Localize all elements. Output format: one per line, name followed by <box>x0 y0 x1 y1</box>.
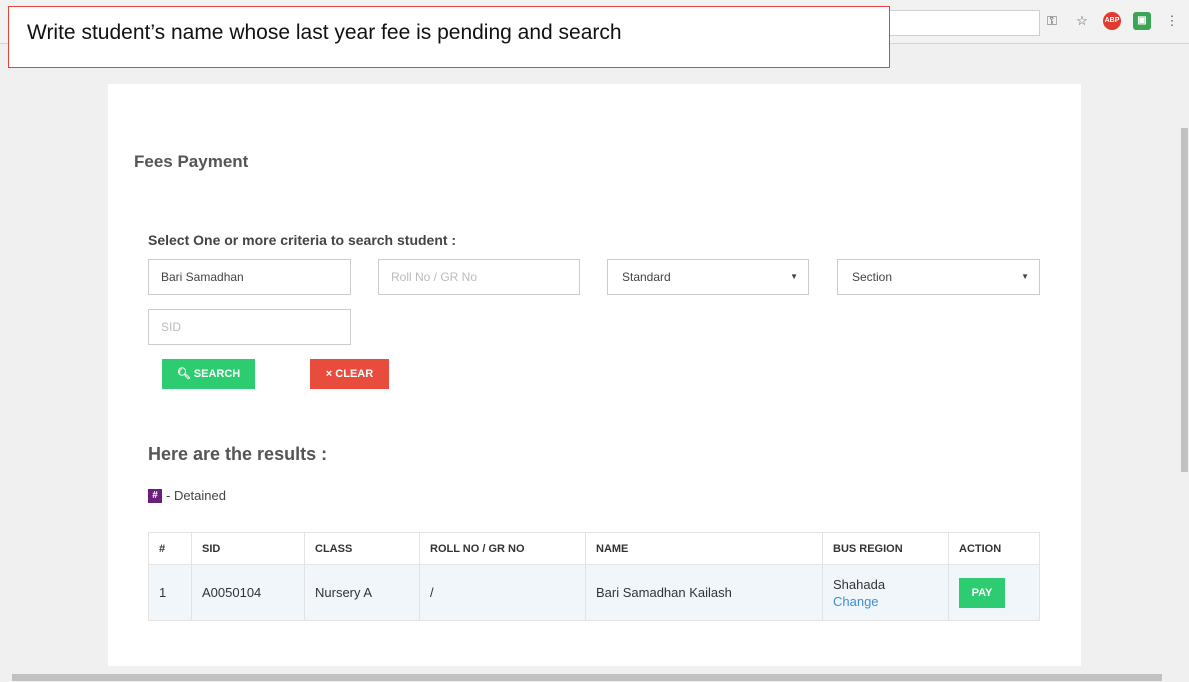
header-class: CLASS <box>304 532 420 565</box>
header-roll: ROLL NO / GR NO <box>419 532 586 565</box>
search-button[interactable]: 🔍︎ SEARCH <box>162 359 255 389</box>
address-bar[interactable] <box>880 10 1040 36</box>
cell-index: 1 <box>148 564 192 621</box>
header-name: NAME <box>585 532 823 565</box>
cell-roll: / <box>419 564 586 621</box>
header-index: # <box>148 532 192 565</box>
standard-select[interactable]: Standard ▼ <box>607 259 809 295</box>
student-name-input[interactable] <box>148 259 351 295</box>
pay-button[interactable]: PAY <box>959 577 1005 608</box>
adblock-icon[interactable]: ABP <box>1103 12 1121 30</box>
close-icon: × <box>325 368 333 380</box>
criteria-label: Select One or more criteria to search st… <box>148 232 457 248</box>
extension-icon[interactable]: ▣ <box>1133 12 1151 30</box>
detained-legend-text: - Detained <box>166 488 226 503</box>
vertical-scrollbar[interactable] <box>1179 44 1189 672</box>
clear-button-label: CLEAR <box>335 368 374 380</box>
cell-action: PAY <box>948 564 1040 621</box>
cell-name: Bari Samadhan Kailash <box>585 564 823 621</box>
cell-sid: A0050104 <box>191 564 305 621</box>
fees-payment-card: Fees Payment Select One or more criteria… <box>108 84 1081 666</box>
bus-change-link[interactable]: Change <box>833 594 938 609</box>
page-viewport: Fees Payment Select One or more criteria… <box>0 44 1179 672</box>
search-icon: 🔍︎ <box>176 368 191 380</box>
results-table: # SID CLASS ROLL NO / GR NO NAME BUS REG… <box>148 532 1040 621</box>
detained-badge: # <box>148 488 162 503</box>
cell-class: Nursery A <box>304 564 420 621</box>
chevron-down-icon: ▼ <box>790 272 798 281</box>
cell-bus-region: Shahada Change <box>822 564 949 621</box>
horizontal-scroll-thumb[interactable] <box>12 674 1162 681</box>
bus-region-value: Shahada <box>833 576 886 592</box>
browser-icons: ⚿ ☆ ABP ▣ ⋮ <box>1043 12 1181 30</box>
sid-input[interactable] <box>148 309 351 345</box>
results-heading: Here are the results : <box>148 444 328 464</box>
header-action: ACTION <box>948 532 1040 565</box>
section-select-value: Section <box>852 270 893 284</box>
table-header-row: # SID CLASS ROLL NO / GR NO NAME BUS REG… <box>148 532 1040 565</box>
search-button-label: SEARCH <box>193 368 241 380</box>
horizontal-scrollbar[interactable] <box>0 672 1189 682</box>
vertical-scroll-thumb[interactable] <box>1181 128 1188 472</box>
star-icon[interactable]: ☆ <box>1073 12 1091 30</box>
key-icon[interactable]: ⚿ <box>1043 12 1061 30</box>
header-bus-region: BUS REGION <box>822 532 949 565</box>
chevron-down-icon: ▼ <box>1021 272 1029 281</box>
instruction-callout: Write student’s name whose last year fee… <box>8 6 890 68</box>
header-sid: SID <box>191 532 305 565</box>
section-select[interactable]: Section ▼ <box>837 259 1040 295</box>
clear-button[interactable]: × CLEAR <box>310 359 389 389</box>
standard-select-value: Standard <box>622 270 671 284</box>
page-title: Fees Payment <box>134 152 249 171</box>
table-row: 1 A0050104 Nursery A / Bari Samadhan Kai… <box>148 564 1040 621</box>
menu-icon[interactable]: ⋮ <box>1163 12 1181 30</box>
roll-gr-input[interactable] <box>378 259 580 295</box>
detained-legend: # - Detained <box>148 488 226 503</box>
